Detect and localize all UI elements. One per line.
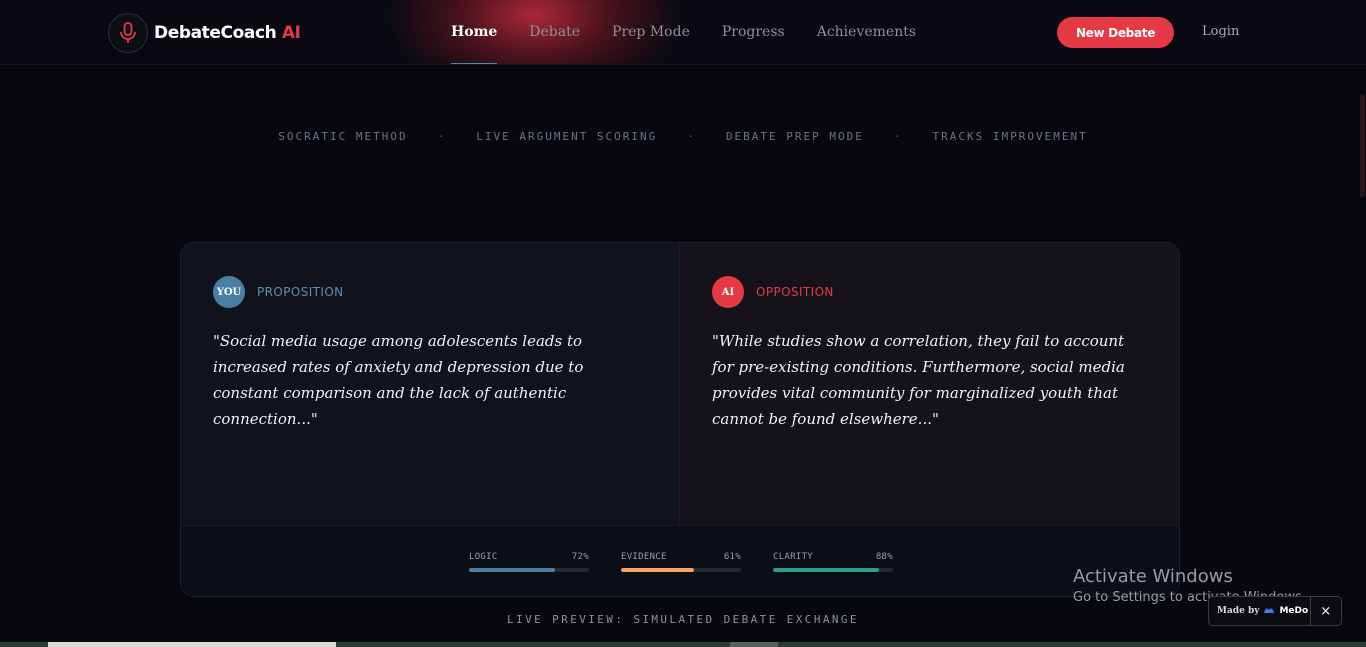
score-logic: LOGIC 72% — [469, 552, 589, 596]
nav-links: Home Debate Prep Mode Progress Achieveme… — [451, 0, 916, 64]
brand-logo[interactable]: DebateCoach AI — [108, 13, 301, 53]
made-by-text: Made by — [1217, 606, 1260, 616]
made-by-badge[interactable]: Made by MeDo × — [1208, 596, 1342, 626]
opposition-quote: "While studies show a correlation, they … — [712, 332, 1125, 428]
opposition-panel: AI OPPOSITION "While studies show a corr… — [680, 243, 1179, 525]
score-bar — [773, 568, 893, 572]
debate-preview-card: YOU PROPOSITION "Social media usage amon… — [180, 242, 1180, 597]
medo-brand: MeDo — [1279, 606, 1309, 616]
brand-accent: AI — [281, 23, 301, 43]
score-value: 72% — [571, 552, 589, 562]
proposition-quote: "Social media usage among adolescents le… — [213, 332, 584, 428]
proposition-label: PROPOSITION — [257, 285, 344, 299]
user-avatar: YOU — [213, 276, 245, 308]
score-value: 88% — [875, 552, 893, 562]
preview-caption: LIVE PREVIEW: SIMULATED DEBATE EXCHANGE — [507, 613, 859, 626]
feature-separator: · — [437, 130, 447, 143]
score-bar-fill — [773, 568, 879, 572]
score-clarity: CLARITY 88% — [773, 552, 893, 596]
score-bar-fill — [621, 568, 695, 572]
feature-item: TRACKS IMPROVEMENT — [932, 130, 1088, 143]
score-bar — [621, 568, 741, 572]
taskbar-segment — [48, 642, 336, 647]
feature-separator: · — [893, 130, 903, 143]
score-label: LOGIC — [469, 552, 498, 562]
nav-link-achievements[interactable]: Achievements — [817, 0, 916, 64]
activation-title: Activate Windows — [1073, 566, 1233, 587]
taskbar-strip — [0, 642, 1366, 647]
score-label: CLARITY — [773, 552, 814, 562]
score-bar-fill — [469, 568, 556, 572]
opposition-label: OPPOSITION — [756, 285, 834, 299]
nav-link-home[interactable]: Home — [451, 0, 498, 64]
scrollbar-thumb[interactable] — [1360, 95, 1365, 197]
nav-link-prep-mode[interactable]: Prep Mode — [612, 0, 690, 64]
nav-link-progress[interactable]: Progress — [722, 0, 785, 64]
close-icon[interactable]: × — [1309, 596, 1342, 626]
score-label: EVIDENCE — [621, 552, 667, 562]
score-evidence: EVIDENCE 61% — [621, 552, 741, 596]
feature-item: DEBATE PREP MODE — [725, 130, 864, 143]
feature-strip: SOCRATIC METHOD · LIVE ARGUMENT SCORING … — [0, 130, 1366, 143]
feature-item: LIVE ARGUMENT SCORING — [476, 130, 658, 143]
nav-link-debate[interactable]: Debate — [529, 0, 580, 64]
new-debate-button[interactable]: New Debate — [1057, 17, 1174, 48]
feature-separator: · — [687, 130, 696, 143]
feature-item: SOCRATIC METHOD — [278, 130, 408, 143]
score-meters: LOGIC 72% EVIDENCE 61% CLARITY 88% — [181, 525, 1179, 596]
taskbar-segment — [730, 642, 778, 647]
microphone-icon — [108, 13, 148, 53]
ai-avatar: AI — [712, 276, 744, 308]
made-by-label: Made by MeDo — [1209, 606, 1310, 617]
medo-logo-icon — [1263, 606, 1275, 617]
login-link[interactable]: Login — [1202, 24, 1239, 39]
score-bar — [469, 568, 589, 572]
proposition-panel: YOU PROPOSITION "Social media usage amon… — [181, 243, 680, 525]
opposition-header: AI OPPOSITION — [712, 276, 1149, 308]
brand-name: DebateCoach AI — [154, 23, 301, 43]
top-navigation: DebateCoach AI Home Debate Prep Mode Pro… — [0, 0, 1366, 65]
proposition-header: YOU PROPOSITION — [213, 276, 647, 308]
score-value: 61% — [723, 552, 741, 562]
